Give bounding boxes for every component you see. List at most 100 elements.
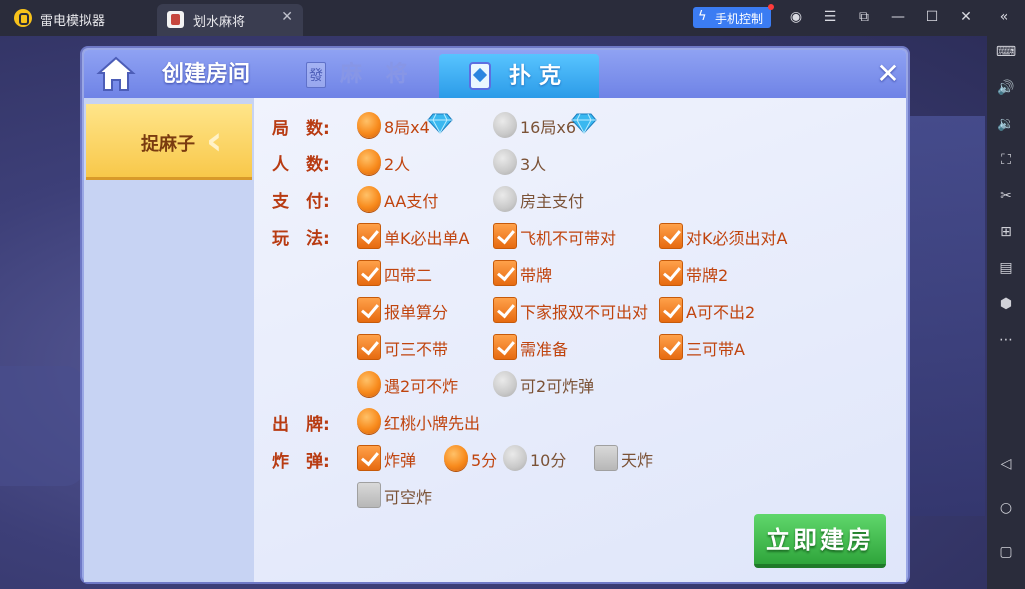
add-window-icon[interactable]: ⊞ bbox=[994, 220, 1018, 244]
rule-checkbox[interactable]: 报单算分 bbox=[357, 297, 487, 323]
option-label: 遇2可不炸 bbox=[384, 377, 459, 396]
phone-control-label: 手机控制 bbox=[715, 12, 764, 26]
notification-dot bbox=[768, 4, 774, 10]
bomb-kongzha[interactable]: 可空炸 bbox=[357, 482, 447, 508]
payment-option-host[interactable]: 房主支付 bbox=[493, 186, 603, 212]
rule-checkbox[interactable]: 下家报双不可出对 bbox=[493, 297, 658, 323]
radio-unselected[interactable] bbox=[493, 112, 517, 138]
tab-create-room[interactable]: 创建房间 bbox=[162, 50, 272, 98]
checkbox-checked[interactable] bbox=[493, 260, 517, 286]
rule-checkbox[interactable]: 可三不带 bbox=[357, 334, 487, 360]
rule-checkbox[interactable]: 需准备 bbox=[493, 334, 643, 360]
back-icon[interactable]: ◁ bbox=[994, 452, 1018, 476]
collapse-sidebar-icon[interactable]: « bbox=[994, 7, 1014, 27]
radio-selected[interactable] bbox=[357, 371, 381, 397]
close-window-icon[interactable]: ✕ bbox=[956, 7, 976, 27]
radio-selected[interactable] bbox=[357, 149, 381, 175]
radio-selected[interactable] bbox=[357, 408, 381, 434]
option-label: 带牌 bbox=[520, 266, 553, 285]
rule-checkbox[interactable]: 带牌2 bbox=[659, 260, 809, 286]
options-panel: 局 数: 人 数: 支 付: 玩 法: 出 牌: 炸 弹: 8局x4 16局x6 bbox=[254, 98, 906, 582]
radio-unselected[interactable] bbox=[493, 371, 517, 397]
rule-checkbox[interactable]: 飞机不可带对 bbox=[493, 223, 643, 249]
tab-mahjong[interactable]: 麻 将 bbox=[340, 50, 420, 98]
fullscreen-icon[interactable]: ⛶ bbox=[994, 148, 1018, 172]
players-option-2[interactable]: 2人 bbox=[357, 149, 437, 175]
payment-option-aa[interactable]: AA支付 bbox=[357, 186, 457, 212]
checkbox-checked[interactable] bbox=[493, 223, 517, 249]
checkbox-checked[interactable] bbox=[357, 297, 381, 323]
restore-window-icon[interactable]: ⧉ bbox=[854, 7, 874, 27]
lead-option[interactable]: 红桃小牌先出 bbox=[357, 408, 517, 434]
bomb-tianzha[interactable]: 天炸 bbox=[594, 445, 664, 471]
checkbox-checked[interactable] bbox=[493, 297, 517, 323]
radio-selected[interactable] bbox=[444, 445, 468, 471]
close-icon[interactable]: ✕ bbox=[873, 58, 903, 90]
radio-selected[interactable] bbox=[357, 186, 381, 212]
rounds-option-16[interactable]: 16局x6 bbox=[493, 112, 603, 138]
account-icon[interactable]: ◉ bbox=[786, 7, 806, 27]
radio-unselected[interactable] bbox=[493, 186, 517, 212]
bomb-score-10[interactable]: 10分 bbox=[503, 445, 573, 471]
rule-checkbox[interactable]: 单K必出单A bbox=[357, 223, 487, 249]
checkbox-checked[interactable] bbox=[659, 223, 683, 249]
checkbox-unchecked[interactable] bbox=[357, 482, 381, 508]
more-icon[interactable]: ⋯ bbox=[994, 328, 1018, 352]
phone-control-button[interactable]: ϟ 手机控制 bbox=[693, 4, 774, 28]
volume-up-icon[interactable]: 🔊 bbox=[994, 76, 1018, 100]
maximize-icon[interactable]: ☐ bbox=[922, 7, 942, 27]
rule-checkbox[interactable]: 带牌 bbox=[493, 260, 643, 286]
rule-checkbox[interactable]: A可不出2 bbox=[659, 297, 809, 323]
home-circle-icon[interactable]: ○ bbox=[994, 496, 1018, 520]
radio-selected[interactable] bbox=[357, 112, 381, 138]
scissors-icon[interactable]: ✂ bbox=[994, 184, 1018, 208]
radio-unselected[interactable] bbox=[493, 149, 517, 175]
checkbox-checked[interactable] bbox=[357, 260, 381, 286]
tab-poker-label: 扑克 bbox=[509, 63, 570, 89]
minimize-icon[interactable]: — bbox=[888, 7, 908, 27]
checkbox-checked[interactable] bbox=[493, 334, 517, 360]
keyboard-icon[interactable]: ⌨ bbox=[994, 40, 1018, 64]
option-label: 2人 bbox=[384, 155, 411, 174]
option-label: 可三不带 bbox=[384, 340, 449, 359]
checkbox-checked[interactable] bbox=[659, 260, 683, 286]
rule-checkbox[interactable]: 四带二 bbox=[357, 260, 487, 286]
diamond-icon bbox=[571, 113, 597, 134]
rounds-option-8[interactable]: 8局x4 bbox=[357, 112, 457, 138]
game-list: 捉麻子 ‹ bbox=[84, 98, 254, 582]
home-icon[interactable] bbox=[96, 54, 136, 94]
checkbox-checked[interactable] bbox=[659, 334, 683, 360]
game-item-zhuomazi[interactable]: 捉麻子 ‹ bbox=[86, 104, 252, 180]
tab-game[interactable]: 划水麻将 ✕ bbox=[157, 4, 303, 36]
checkbox-checked[interactable] bbox=[357, 334, 381, 360]
radio-unselected[interactable] bbox=[503, 445, 527, 471]
option-label: 下家报双不可出对 bbox=[520, 303, 649, 322]
apk-install-icon[interactable]: ▤ bbox=[994, 256, 1018, 280]
volume-down-icon[interactable]: 🔉 bbox=[994, 112, 1018, 136]
recents-icon[interactable]: ▢ bbox=[994, 540, 1018, 564]
settings-hex-icon[interactable]: ⬢ bbox=[994, 292, 1018, 316]
option-label: 3人 bbox=[520, 155, 547, 174]
bomb-score-5[interactable]: 5分 bbox=[444, 445, 504, 471]
rule-radio[interactable]: 可2可炸弹 bbox=[493, 371, 643, 397]
create-room-button[interactable]: 立即建房 bbox=[754, 514, 886, 568]
option-label: 四带二 bbox=[384, 266, 433, 285]
option-label: 8局x4 bbox=[384, 118, 430, 137]
rule-radio[interactable]: 遇2可不炸 bbox=[357, 371, 487, 397]
checkbox-checked[interactable] bbox=[659, 297, 683, 323]
tab-poker[interactable]: 扑克 bbox=[439, 54, 599, 98]
checkbox-checked[interactable] bbox=[357, 223, 381, 249]
checkbox-checked[interactable] bbox=[357, 445, 381, 471]
rule-checkbox[interactable]: 三可带A bbox=[659, 334, 809, 360]
emulator-toolbar: ⌨ 🔊 🔉 ⛶ ✂ ⊞ ▤ ⬢ ⋯ ◁ ○ ▢ bbox=[987, 36, 1025, 589]
bomb-checkbox[interactable]: 炸弹 bbox=[357, 445, 437, 471]
players-option-3[interactable]: 3人 bbox=[493, 149, 573, 175]
checkbox-unchecked[interactable] bbox=[594, 445, 618, 471]
dialog-header: 创建房间 發 麻 将 扑克 ✕ bbox=[84, 50, 906, 98]
menu-icon[interactable]: ☰ bbox=[820, 7, 840, 27]
label-lead: 出 牌: bbox=[272, 415, 330, 435]
rule-checkbox[interactable]: 对K必须出对A bbox=[659, 223, 809, 249]
game-tab-icon bbox=[167, 11, 184, 28]
tab-close-icon[interactable]: ✕ bbox=[281, 9, 293, 25]
option-label: 天炸 bbox=[621, 451, 654, 470]
